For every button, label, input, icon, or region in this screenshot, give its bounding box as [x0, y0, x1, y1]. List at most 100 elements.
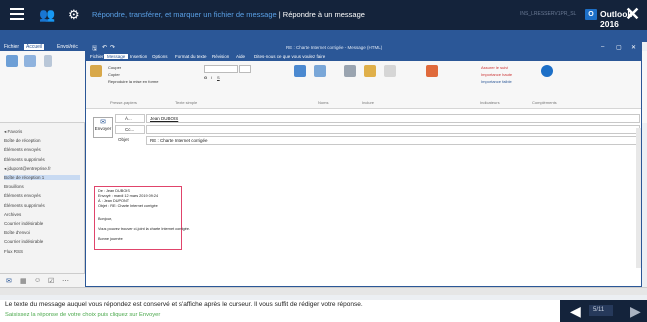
people-icon: 👥 [39, 7, 56, 22]
tab-help[interactable]: Aide [236, 54, 245, 59]
folder-item[interactable]: Brouillons [4, 184, 24, 189]
folder-item[interactable]: ◂ Favoris [4, 129, 22, 135]
group-names: Noms [318, 100, 329, 105]
tab-options[interactable]: Options [152, 54, 168, 59]
paste-icon[interactable] [90, 65, 102, 77]
group-addins: Compléments [532, 100, 557, 105]
quoted-sent: Envoyé : mardi 12 mars 2019 09:24 [98, 194, 159, 198]
tell-me-box[interactable]: Dites-nous ce que vous voulez faire [254, 54, 325, 59]
send-button[interactable]: ✉ Envoyer [93, 117, 113, 138]
cc-button[interactable]: Cc... [115, 125, 145, 134]
attach-file-icon[interactable] [344, 65, 356, 77]
folder-item[interactable]: Flux RSS [4, 249, 23, 254]
folder-item[interactable]: Courrier indésirable [4, 239, 43, 244]
folder-item[interactable]: Archives [4, 212, 21, 217]
outlook-tab-home[interactable]: Accueil [24, 44, 45, 50]
address-book-icon[interactable] [294, 65, 306, 77]
format-painter-button[interactable]: Reproduire la mise en forme [108, 79, 158, 84]
vertical-scrollbar[interactable] [636, 128, 641, 268]
underline-icon[interactable]: S [217, 75, 220, 80]
folder-item[interactable]: Éléments supprimés [4, 203, 45, 208]
logo-icon: ⚙ [68, 7, 80, 22]
undo-icon[interactable]: ↶ [102, 44, 107, 51]
subject-field[interactable]: RE : Charte Internet corrigée [146, 136, 640, 145]
new-items-icon[interactable] [24, 55, 36, 67]
bold-icon[interactable]: G [204, 75, 207, 80]
folder-pane: ◂ Favoris Boîte de réception Éléments envo… [0, 123, 85, 273]
assign-policy-icon[interactable] [426, 65, 438, 77]
people-nav-icon[interactable]: ☺ [34, 277, 41, 284]
status-bar [0, 287, 647, 295]
to-button[interactable]: À... [115, 114, 145, 123]
minimize-icon[interactable]: – [601, 44, 604, 50]
outlook-tab-sendreceive[interactable]: Envoi/réc [57, 44, 78, 50]
group-clipboard: Presse-papiers [110, 100, 137, 105]
compose-close-icon[interactable]: ✕ [631, 44, 636, 51]
attach-item-icon[interactable] [364, 65, 376, 77]
close-icon[interactable]: ✕ [625, 4, 640, 24]
maximize-icon[interactable]: ▢ [616, 44, 622, 51]
signature-icon[interactable] [384, 65, 396, 77]
compose-tabbar [86, 53, 641, 61]
folder-item[interactable]: Courrier indésirable [4, 221, 43, 226]
quoted-signature: Bonne journée [98, 237, 123, 241]
menu-icon[interactable] [10, 8, 24, 20]
compose-titlebar: RE : Charte Internet corrigée - Message … [86, 43, 641, 53]
check-names-icon[interactable] [314, 65, 326, 77]
tab-format-text[interactable]: Format du texte [175, 54, 207, 59]
tutorial-header: 👥 ⚙ Répondre, transférer, et marquer un … [0, 0, 647, 30]
folder-item[interactable]: Boîte de réception [4, 138, 41, 143]
redo-icon[interactable]: ↷ [110, 44, 115, 51]
more-nav-icon[interactable]: ⋯ [62, 277, 69, 285]
cut-button[interactable]: Couper [108, 65, 121, 70]
send-icon: ✉ [100, 119, 106, 126]
folder-item[interactable]: Éléments envoyés [4, 147, 41, 152]
folder-item[interactable]: Boîte de réception 1 [4, 175, 80, 180]
tab-message[interactable]: Message [104, 54, 129, 59]
instruction-panel: Le texte du message auquel vous répondez… [0, 300, 560, 322]
high-importance-button[interactable]: Importance haute [481, 72, 512, 77]
tab-file[interactable]: Fichier [90, 54, 104, 59]
group-include: Inclure [362, 100, 375, 105]
player-controls: ◀ 5/11 ▶ [560, 300, 647, 322]
tab-insert[interactable]: Insertion [130, 54, 147, 59]
tab-review[interactable]: Révision [212, 54, 229, 59]
quoted-body: Vous pouvez trouver ci-joint la charte I… [98, 227, 191, 231]
outlook-icon: O [585, 9, 597, 20]
tasks-nav-icon[interactable]: ☑ [48, 277, 54, 285]
low-importance-button[interactable]: Importance faible [481, 79, 512, 84]
next-icon[interactable]: ▶ [630, 303, 641, 319]
instruction-action: Saisissez la réponse de votre choix puis… [5, 312, 161, 318]
cc-field[interactable] [146, 125, 640, 134]
copy-button[interactable]: Copier [108, 72, 120, 77]
folder-item[interactable]: Éléments supprimés [4, 157, 45, 162]
font-select[interactable] [204, 65, 238, 73]
compose-window-title: RE : Charte Internet corrigée - Message … [286, 45, 383, 50]
to-field[interactable]: Jean DUBOIS [146, 114, 640, 123]
new-email-icon[interactable] [6, 55, 18, 67]
delete-icon[interactable] [44, 55, 52, 67]
follow-up-button[interactable]: Assurer le suivi [481, 65, 508, 70]
previous-icon[interactable]: ◀ [570, 303, 581, 319]
quoted-greeting: Bonjour, [98, 217, 112, 221]
navigation-bar: ✉ ▦ ☺ ☑ ⋯ [0, 273, 85, 287]
font-size-select[interactable] [239, 65, 251, 73]
page-indicator: 5/11 [593, 307, 605, 313]
instruction-text: Le texte du message auquel vous répondez… [5, 301, 363, 308]
quoted-to: À : Jean DUPONT [98, 199, 130, 203]
outlook-ribbon [0, 51, 90, 123]
outlook-titlebar [0, 30, 647, 42]
folder-item[interactable]: Boîte d'envoi [4, 230, 30, 235]
office-addins-icon[interactable] [541, 65, 553, 77]
italic-icon[interactable]: I [211, 75, 212, 80]
group-tags: Indicateurs [480, 100, 500, 105]
tutorial-title: Répondre, transférer, et marquer un fich… [92, 10, 365, 19]
folder-item[interactable]: Éléments envoyés [4, 193, 41, 198]
subject-label: Objet [118, 137, 129, 142]
mail-icon[interactable]: ✉ [6, 277, 12, 285]
calendar-nav-icon[interactable]: ▦ [20, 277, 27, 285]
quoted-message-highlight: De : Jean DUBOIS Envoyé : mardi 12 mars … [94, 186, 190, 250]
outlook-tab-file[interactable]: Fichier [4, 44, 19, 50]
folder-item[interactable]: ◂ jdupont@entreprise.fr [4, 166, 51, 172]
quoted-from: De : Jean DUBOIS [98, 189, 130, 193]
